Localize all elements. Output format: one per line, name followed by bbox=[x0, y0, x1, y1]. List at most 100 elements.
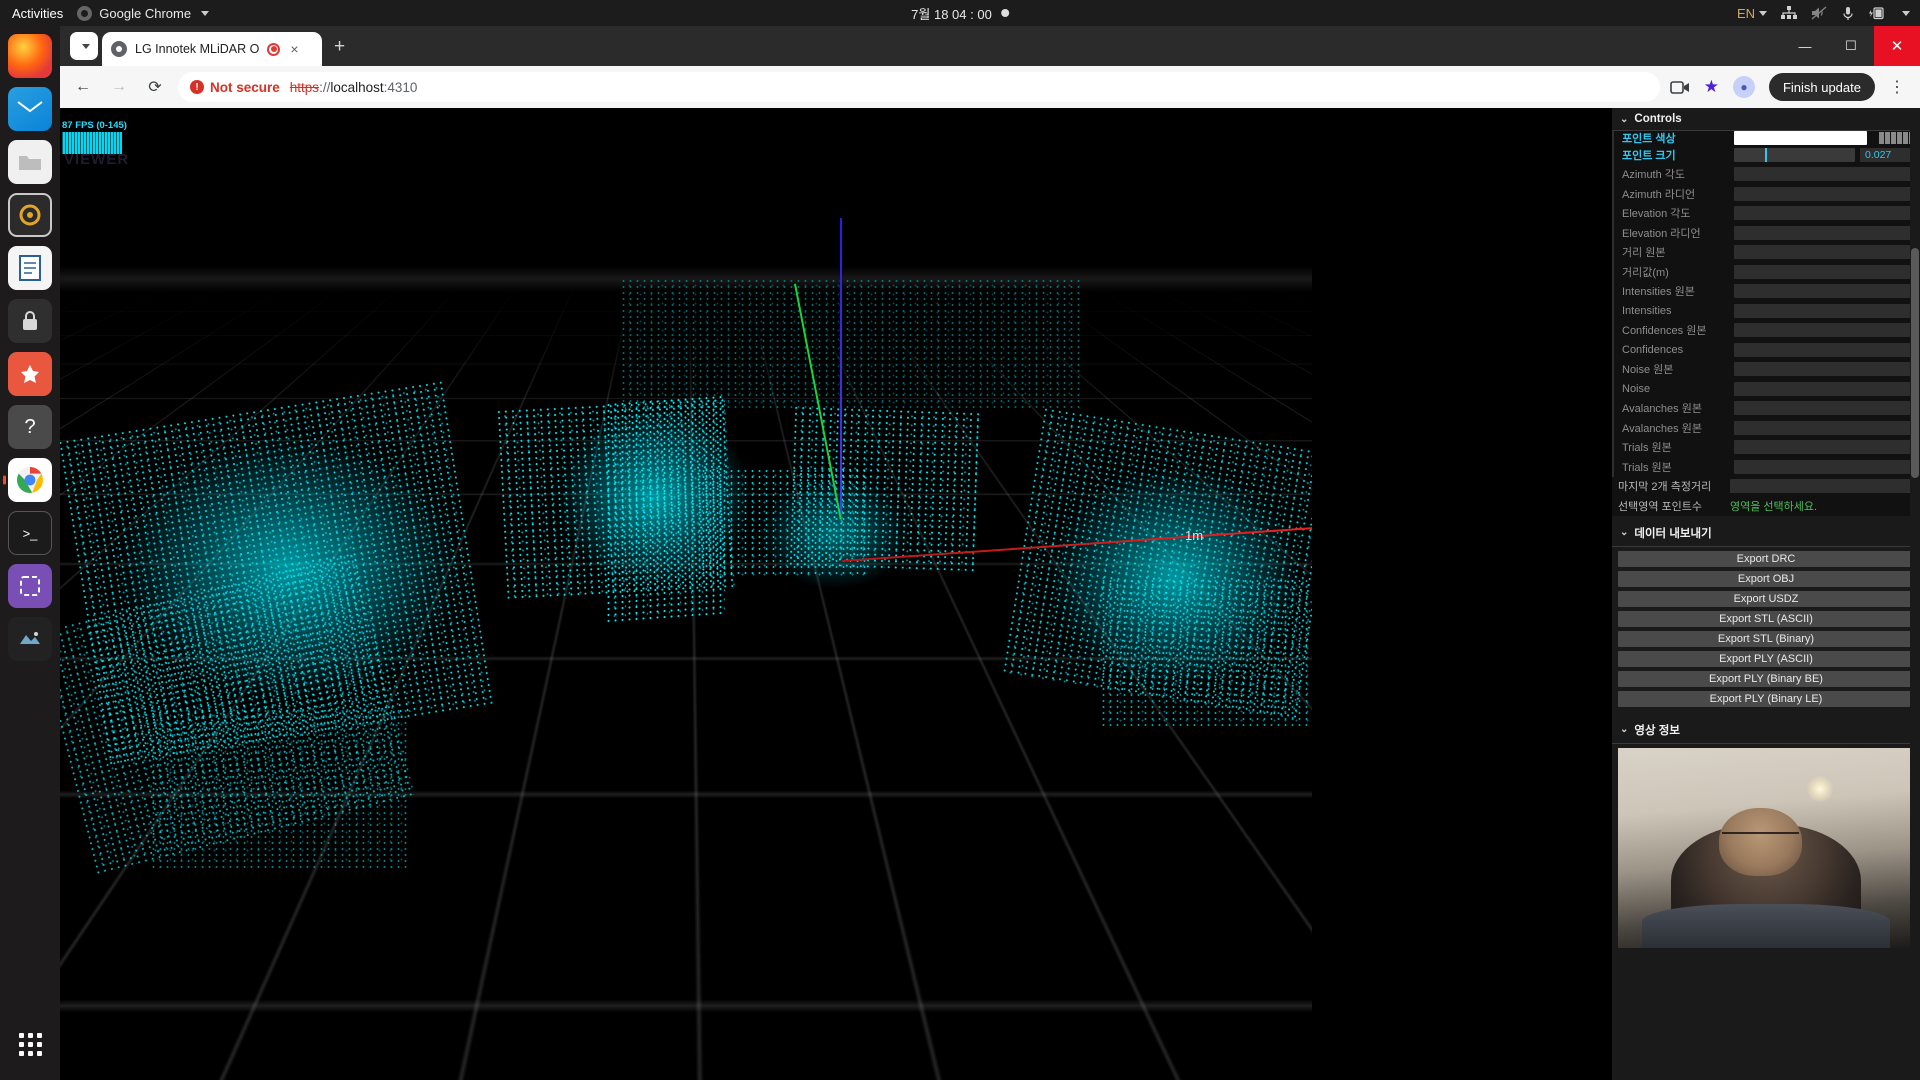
panel-scrollbar-track[interactable] bbox=[1910, 108, 1920, 1080]
control-field[interactable] bbox=[1734, 362, 1914, 377]
control-row-elevation-rad[interactable]: Elevation 라디언 bbox=[1612, 223, 1920, 243]
dock-item-firefox[interactable] bbox=[8, 34, 52, 78]
pointcloud-viewport[interactable]: 1m 3D VIEWER 87 FPS (0-145) bbox=[60, 108, 1312, 1080]
control-field[interactable] bbox=[1734, 342, 1914, 357]
back-button[interactable]: ← bbox=[70, 78, 96, 96]
control-row-point-color[interactable]: 포인트 색상 bbox=[1612, 131, 1920, 145]
export-ply-ascii-button[interactable]: Export PLY (ASCII) bbox=[1618, 650, 1914, 667]
tab-search-button[interactable] bbox=[70, 32, 98, 60]
control-row-intensities[interactable]: Intensities bbox=[1612, 301, 1920, 321]
control-field[interactable] bbox=[1734, 264, 1914, 279]
dock-item-app-center[interactable] bbox=[8, 352, 52, 396]
color-field[interactable] bbox=[1734, 131, 1867, 145]
control-field[interactable] bbox=[1730, 479, 1914, 494]
minimize-button[interactable]: — bbox=[1782, 26, 1828, 66]
control-field[interactable] bbox=[1734, 323, 1914, 338]
export-drc-button[interactable]: Export DRC bbox=[1618, 550, 1914, 567]
webcam-preview[interactable] bbox=[1618, 747, 1914, 948]
browser-tab[interactable]: LG Innotek MLiDAR O × bbox=[102, 32, 322, 66]
dock-item-screenshot[interactable] bbox=[8, 564, 52, 608]
dock-item-lock[interactable] bbox=[8, 299, 52, 343]
profile-avatar[interactable]: ● bbox=[1732, 76, 1755, 98]
controls-title: Controls bbox=[1634, 113, 1682, 125]
control-field[interactable] bbox=[1734, 225, 1914, 240]
tab-recording-icon[interactable] bbox=[267, 42, 281, 56]
control-row-distance-m[interactable]: 거리값(m) bbox=[1612, 262, 1920, 282]
system-tray[interactable]: EN bbox=[1737, 6, 1910, 21]
tab-close-button[interactable]: × bbox=[290, 41, 298, 57]
control-row-confidences-raw[interactable]: Confidences 원본 bbox=[1612, 320, 1920, 340]
reload-button[interactable]: ⟳ bbox=[142, 77, 168, 97]
point-size-slider[interactable] bbox=[1734, 147, 1855, 162]
control-row-azimuth-deg[interactable]: Azimuth 각도 bbox=[1612, 164, 1920, 184]
dock-item-files[interactable] bbox=[8, 140, 52, 184]
control-field[interactable] bbox=[1734, 167, 1914, 182]
control-row-selected-point-count[interactable]: 선택영역 포인트수 영역을 선택하세요. bbox=[1612, 496, 1920, 516]
control-row-last-two-distances[interactable]: 마지막 2개 측정거리 bbox=[1612, 477, 1920, 497]
control-field[interactable] bbox=[1734, 245, 1914, 260]
control-row-azimuth-rad[interactable]: Azimuth 라디언 bbox=[1612, 184, 1920, 204]
system-menu-chevron-icon[interactable] bbox=[1902, 10, 1910, 16]
control-field[interactable] bbox=[1734, 440, 1914, 455]
dock-item-google-chrome[interactable] bbox=[3, 458, 52, 502]
clock[interactable]: 7월 18 04 : 00 bbox=[911, 4, 1009, 23]
dock-item-terminal[interactable]: >_ bbox=[8, 511, 52, 555]
export-usdz-button[interactable]: Export USDZ bbox=[1618, 590, 1914, 607]
control-field[interactable] bbox=[1734, 381, 1914, 396]
control-field[interactable] bbox=[1734, 284, 1914, 299]
video-section-header[interactable]: ⌄ 영상 정보 bbox=[1612, 716, 1920, 744]
export-obj-button[interactable]: Export OBJ bbox=[1618, 570, 1914, 587]
control-row-confidences[interactable]: Confidences bbox=[1612, 340, 1920, 360]
grid-icon bbox=[18, 1032, 42, 1056]
dock-item-help[interactable]: ? bbox=[8, 405, 52, 449]
star-icon[interactable]: ★ bbox=[1704, 77, 1719, 97]
browser-menu-button[interactable]: ⋮ bbox=[1889, 77, 1906, 97]
active-app-menu[interactable]: Google Chrome bbox=[77, 5, 210, 21]
control-field[interactable] bbox=[1734, 401, 1914, 416]
camera-icon[interactable] bbox=[1669, 80, 1690, 95]
export-ply-binary-be-button[interactable]: Export PLY (Binary BE) bbox=[1618, 670, 1914, 687]
export-ply-binary-le-button[interactable]: Export PLY (Binary LE) bbox=[1618, 690, 1914, 707]
address-bar[interactable]: ! Not secure https://localhost:4310 bbox=[178, 72, 1660, 102]
color-swatches[interactable] bbox=[1879, 132, 1914, 144]
dock-item-thunderbird[interactable] bbox=[8, 87, 52, 131]
point-size-slider-wrap[interactable]: 0.027 bbox=[1734, 147, 1914, 162]
control-row-elevation-deg[interactable]: Elevation 각도 bbox=[1612, 203, 1920, 223]
control-row-noise-raw[interactable]: Noise 원본 bbox=[1612, 359, 1920, 379]
control-row-point-size[interactable]: 포인트 크기 0.027 bbox=[1612, 145, 1920, 165]
control-field[interactable] bbox=[1734, 303, 1914, 318]
show-applications-button[interactable] bbox=[8, 1022, 52, 1066]
maximize-button[interactable]: ☐ bbox=[1828, 26, 1874, 66]
panel-scrollbar-thumb[interactable] bbox=[1911, 248, 1919, 478]
export-stl-binary-button[interactable]: Export STL (Binary) bbox=[1618, 630, 1914, 647]
control-field[interactable] bbox=[1734, 420, 1914, 435]
keyboard-language[interactable]: EN bbox=[1737, 6, 1755, 21]
fps-graph bbox=[62, 132, 122, 154]
control-label: Noise 원본 bbox=[1622, 364, 1674, 377]
controls-section-header[interactable]: ⌄ Controls bbox=[1612, 108, 1920, 131]
control-row-intensities-raw[interactable]: Intensities 원본 bbox=[1612, 281, 1920, 301]
export-stl-ascii-button[interactable]: Export STL (ASCII) bbox=[1618, 610, 1914, 627]
dock-item-rhythmbox[interactable] bbox=[8, 193, 52, 237]
control-row-avalanches-raw-1[interactable]: Avalanches 원본 bbox=[1612, 398, 1920, 418]
control-row-avalanches-raw-2[interactable]: Avalanches 원본 bbox=[1612, 418, 1920, 438]
close-window-button[interactable]: ✕ bbox=[1874, 26, 1920, 66]
control-row-noise[interactable]: Noise bbox=[1612, 379, 1920, 399]
control-field[interactable] bbox=[1734, 186, 1914, 201]
control-row-trials-raw-2[interactable]: Trials 원본 bbox=[1612, 457, 1920, 477]
export-section-header[interactable]: ⌄ 데이터 내보내기 bbox=[1612, 519, 1920, 547]
control-row-distance-raw[interactable]: 거리 원본 bbox=[1612, 242, 1920, 262]
control-field[interactable] bbox=[1734, 206, 1914, 221]
security-badge[interactable]: ! Not secure bbox=[190, 80, 280, 95]
activities-button[interactable]: Activities bbox=[0, 6, 77, 21]
new-tab-button[interactable]: + bbox=[334, 36, 345, 58]
dock-item-misc-app[interactable] bbox=[8, 617, 52, 661]
control-row-trials-raw-1[interactable]: Trials 원본 bbox=[1612, 437, 1920, 457]
point-size-value[interactable]: 0.027 bbox=[1860, 147, 1914, 162]
control-field[interactable] bbox=[1734, 459, 1914, 474]
pointcloud-glow bbox=[120, 438, 460, 698]
slider-knob[interactable] bbox=[1765, 147, 1768, 162]
finish-update-button[interactable]: Finish update bbox=[1768, 73, 1875, 101]
forward-button[interactable]: → bbox=[106, 78, 132, 96]
dock-item-libreoffice-writer[interactable] bbox=[8, 246, 52, 290]
